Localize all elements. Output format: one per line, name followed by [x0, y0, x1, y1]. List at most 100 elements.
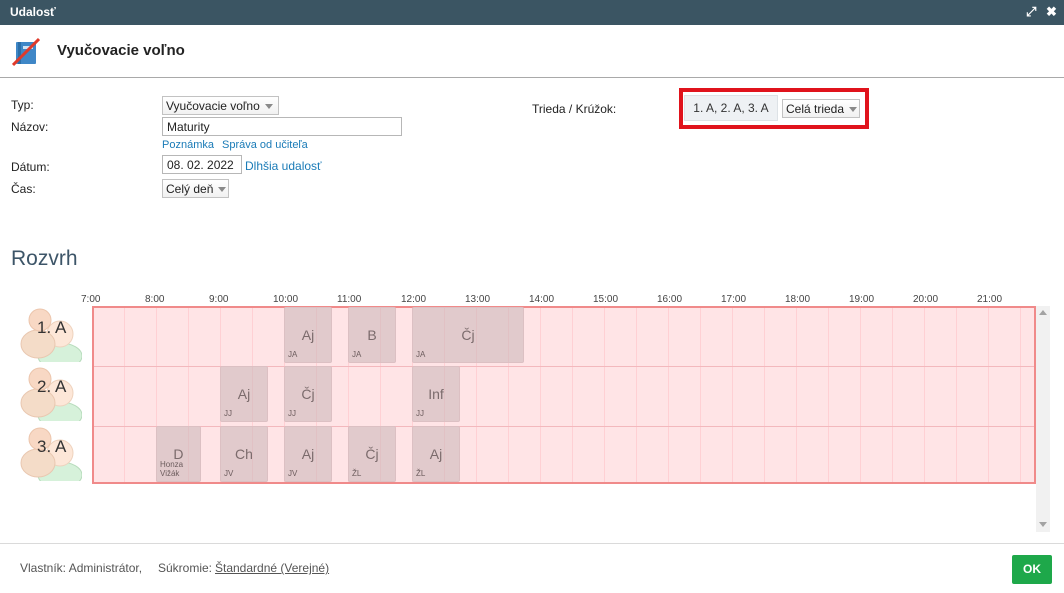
name-label: Názov:: [11, 120, 49, 134]
lesson-subject: Aj: [301, 446, 315, 462]
lesson-teacher: ŽL: [352, 469, 362, 478]
hour-label: 12:00: [401, 294, 427, 305]
class-row-avatar: 1. A: [20, 304, 83, 370]
lesson-block[interactable]: Čj JJ: [284, 366, 332, 422]
date-input[interactable]: 08. 02. 2022: [162, 155, 242, 174]
grid-line: [924, 308, 925, 482]
grid-line: [1020, 308, 1021, 482]
grid-line: [796, 308, 797, 482]
chevron-down-icon: [264, 104, 273, 110]
hour-label: 7:00: [81, 294, 101, 305]
grid-line: [668, 308, 669, 482]
classes-selector[interactable]: 1. A, 2. A, 3. A: [684, 95, 778, 121]
scroll-up-icon[interactable]: [1039, 310, 1047, 315]
lesson-teacher: JV: [224, 469, 234, 478]
time-select-value: Celý deň: [166, 182, 214, 196]
lesson-subject: B: [367, 327, 377, 343]
grid-line: [988, 308, 989, 482]
grid-line: [700, 308, 701, 482]
lesson-teacher: ŽL: [416, 469, 426, 478]
grid-line: [636, 308, 637, 482]
schedule-scrollbar[interactable]: [1036, 306, 1050, 532]
close-icon[interactable]: ✖: [1046, 4, 1057, 20]
hour-label: 21:00: [977, 294, 1003, 305]
lesson-teacher: JA: [352, 350, 362, 359]
grid-line: [572, 308, 573, 482]
owner-text: Vlastník: Administrátor,: [20, 561, 143, 575]
scroll-down-icon[interactable]: [1039, 522, 1047, 527]
event-heading: Vyučovacie voľno: [57, 42, 185, 59]
hour-label: 15:00: [593, 294, 619, 305]
lesson-block[interactable]: Inf JJ: [412, 366, 460, 422]
chevron-down-icon: [849, 107, 858, 113]
lesson-block[interactable]: Aj JA: [284, 307, 332, 363]
lesson-teacher: JJ: [224, 409, 232, 418]
class-row-label: 1. A: [37, 318, 67, 337]
hour-label: 9:00: [209, 294, 229, 305]
lesson-teacher: JJ: [288, 409, 296, 418]
hour-label: 18:00: [785, 294, 811, 305]
hour-label: 19:00: [849, 294, 875, 305]
longer-event-link[interactable]: Dlhšia udalosť: [245, 159, 322, 173]
class-label: Trieda / Krúžok:: [532, 102, 617, 116]
maximize-icon[interactable]: ⤢: [1026, 4, 1036, 20]
class-row-label: 2. A: [37, 377, 67, 396]
type-select-value: Vyučovacie voľno: [166, 99, 260, 113]
time-select[interactable]: Celý deň: [162, 179, 229, 198]
lesson-subject: Čj: [365, 446, 379, 462]
class-row-avatar: 3. A: [20, 423, 83, 489]
hour-label: 14:00: [529, 294, 555, 305]
group-select-value: Celá trieda: [786, 102, 845, 116]
lesson-block[interactable]: Čj JA: [412, 307, 524, 363]
chevron-down-icon: [218, 187, 227, 193]
hour-label: 20:00: [913, 294, 939, 305]
hour-label: 16:00: [657, 294, 683, 305]
grid-line: [732, 308, 733, 482]
no-school-event-icon: [12, 37, 40, 67]
lesson-teacher: JA: [416, 350, 426, 359]
lesson-subject: Aj: [237, 386, 251, 402]
window-titlebar: Udalosť ⤢ ✖: [0, 0, 1064, 25]
lesson-subject: Ch: [235, 446, 253, 462]
teacher-message-link[interactable]: Správa od učiteľa: [222, 139, 308, 151]
lesson-teacher: JA: [288, 350, 298, 359]
lesson-block[interactable]: Aj JV: [284, 426, 332, 482]
grid-line: [92, 308, 93, 482]
grid-line: [540, 308, 541, 482]
schedule-title: Rozvrh: [11, 247, 78, 270]
lesson-subject: Aj: [429, 446, 443, 462]
lesson-block[interactable]: Čj ŽL: [348, 426, 396, 482]
grid-line: [828, 308, 829, 482]
grid-line: [860, 308, 861, 482]
ok-button[interactable]: OK: [1012, 555, 1052, 584]
lesson-teacher: JV: [288, 469, 298, 478]
class-row-avatar: 2. A: [20, 363, 83, 429]
lesson-block[interactable]: Aj ŽL: [412, 426, 460, 482]
lesson-block[interactable]: D Honza Vižák: [156, 426, 201, 482]
lesson-teacher: Honza Vižák: [160, 460, 184, 478]
name-input[interactable]: Maturity: [162, 117, 402, 136]
lesson-subject: Inf: [428, 386, 444, 402]
group-select[interactable]: Celá trieda: [782, 99, 860, 118]
note-link[interactable]: Poznámka: [162, 139, 214, 151]
hour-label: 8:00: [145, 294, 165, 305]
lesson-block[interactable]: Ch JV: [220, 426, 268, 482]
hour-label: 11:00: [337, 294, 362, 305]
time-label: Čas:: [11, 182, 36, 196]
dialog-header: Vyučovacie voľno: [0, 25, 1064, 78]
grid-line: [956, 308, 957, 482]
date-label: Dátum:: [11, 160, 50, 174]
grid-line: [124, 308, 125, 482]
grid-line: [604, 308, 605, 482]
lesson-block[interactable]: Aj JJ: [220, 366, 268, 422]
hour-label: 10:00: [273, 294, 299, 305]
dialog-footer: Vlastník: Administrátor, Súkromie: Štand…: [0, 543, 1064, 593]
type-select[interactable]: Vyučovacie voľno: [162, 96, 279, 115]
lesson-teacher: JJ: [416, 409, 424, 418]
type-label: Typ:: [11, 98, 34, 112]
privacy-link[interactable]: Štandardné (Verejné): [215, 561, 329, 575]
hour-label: 17:00: [721, 294, 747, 305]
class-row-label: 3. A: [37, 437, 67, 456]
grid-line: [892, 308, 893, 482]
lesson-block[interactable]: B JA: [348, 307, 396, 363]
